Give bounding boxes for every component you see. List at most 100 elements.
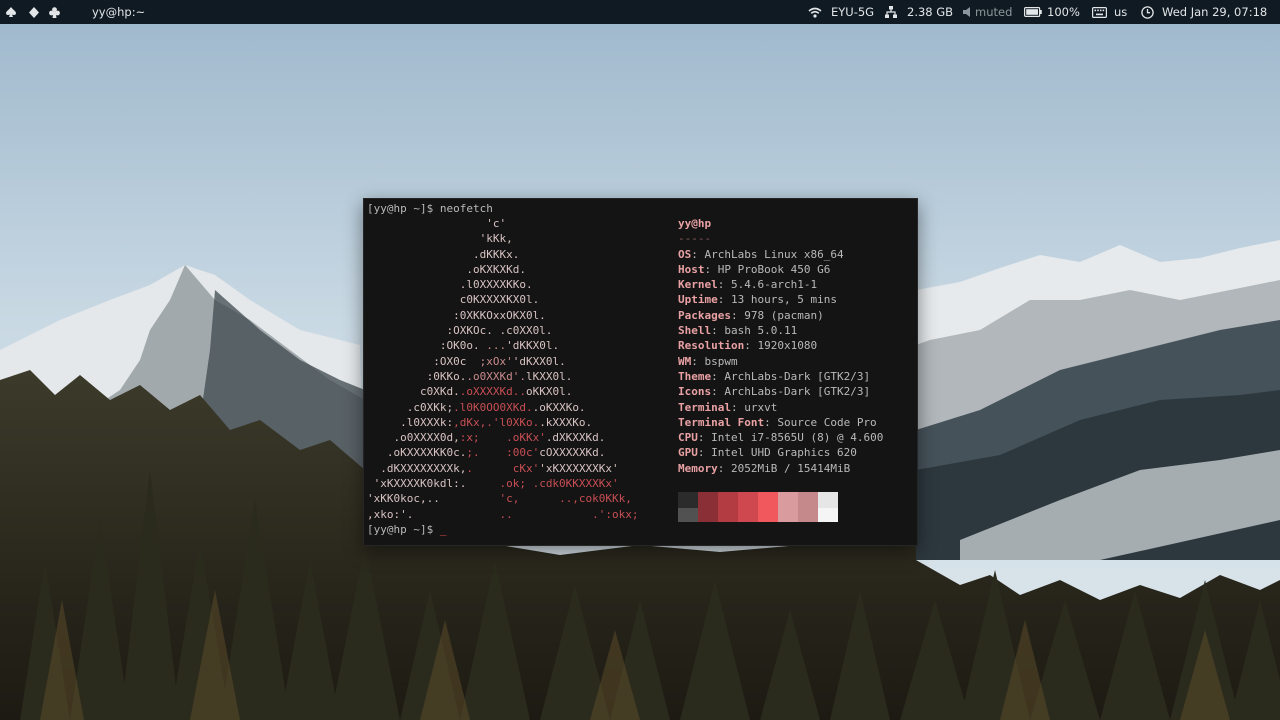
info-colon: : (717, 461, 731, 475)
info-row: GPU: Intel UHD Graphics 620 (678, 445, 883, 460)
info-colon: : (764, 415, 778, 429)
logo-line: .oKXKXKd. (367, 262, 639, 277)
info-separator: ----- (678, 232, 712, 246)
info-colon: : (711, 324, 725, 338)
workspace-1-spade-icon[interactable] (6, 0, 16, 24)
logo-segment: ;xOx' (479, 354, 513, 368)
info-key: Uptime (678, 293, 718, 307)
logo-segment: .dXKXXKd. (545, 431, 606, 445)
logo-segment: .l0XXXk: (367, 415, 454, 429)
logo-segment: 'xKXXXXK0kdl:. (367, 477, 467, 491)
logo-segment: c0KXXXXKX0l. (367, 293, 540, 307)
info-row: Uptime: 13 hours, 5 mins (678, 292, 883, 307)
info-key: CPU (678, 431, 698, 445)
palette-swatch (758, 508, 778, 522)
palette-swatch (698, 508, 718, 522)
logo-segment: .c0XKk; (367, 400, 454, 414)
logo-segment: .o0XXXX0d, (367, 431, 460, 445)
palette-swatch (678, 508, 698, 522)
logo-segment: . cKx' (466, 461, 540, 475)
info-row: Terminal: urxvt (678, 400, 883, 415)
info-row: Theme: ArchLabs-Dark [GTK2/3] (678, 369, 883, 384)
active-window-title: yy@hp:~ (92, 5, 146, 19)
palette-swatch (718, 492, 738, 508)
palette-swatch (818, 508, 838, 522)
info-value: bash 5.0.11 (724, 324, 798, 338)
info-colon: : (691, 247, 705, 261)
info-value: HP ProBook 450 G6 (717, 262, 831, 276)
logo-segment: 'dKKX0l. (506, 339, 560, 353)
info-value: ArchLabs Linux x86_64 (704, 247, 844, 261)
logo-segment: ;. :00c' (466, 446, 540, 460)
info-colon: : (697, 431, 712, 445)
volume-muted-icon (963, 0, 972, 24)
info-colon: : (730, 400, 745, 414)
info-value: ArchLabs-Dark [GTK2/3] (724, 369, 871, 383)
logo-segment: lKXX0l. (525, 369, 573, 383)
workspace-3-club-icon[interactable] (49, 0, 60, 24)
info-value: 13 hours, 5 mins (731, 293, 837, 307)
info-row: Kernel: 5.4.6-arch1-1 (678, 277, 883, 292)
info-colon: : (697, 446, 712, 460)
info-row: Memory: 2052MiB / 15414MiB (678, 461, 883, 476)
clock-datetime[interactable]: Wed Jan 29, 07:18 (1162, 0, 1267, 24)
info-colon: : (744, 339, 758, 353)
logo-segment: ... (486, 339, 507, 353)
keyboard-icon (1092, 0, 1107, 24)
memory-usage: 2.38 GB (907, 5, 954, 19)
logo-line: 'xKK0koc,.. 'c, ..,cok0KKk, (367, 491, 639, 506)
info-value: bspwm (704, 354, 738, 368)
palette-swatch (798, 508, 818, 522)
workspace-2-diamond-icon[interactable] (29, 0, 39, 24)
logo-line: .oKXXXXKK0c.;. :00c'cOXXXXXKd. (367, 445, 639, 460)
palette-swatch (698, 492, 718, 508)
keyboard-layout[interactable]: us (1114, 0, 1127, 24)
terminal-window[interactable]: [yy@hp ~]$ neofetch 'c' 'kKk, .dKKKx. .o… (363, 198, 918, 546)
system-info: yy@hp ----- OS: ArchLabs Linux x86_64 Hos… (678, 216, 883, 476)
logo-segment: 'c' (367, 217, 507, 230)
logo-segment: 'xKK0koc,.. (367, 492, 440, 506)
info-key: Kernel (678, 278, 718, 292)
logo-line: :0XKKOxxOKX0l. (367, 308, 639, 323)
info-key: OS (678, 247, 692, 261)
text-cursor: _ (439, 523, 447, 536)
info-row: Icons: ArchLabs-Dark [GTK2/3] (678, 384, 883, 399)
info-colon: : (730, 308, 745, 322)
logo-segment: :x; .oKKx' (459, 431, 546, 445)
terminal-input-line[interactable]: [yy@hp ~]$ _ (367, 522, 446, 537)
logo-segment: .oXXXXKd.. (459, 385, 526, 399)
logo-segment: ,xko:'. (367, 507, 414, 521)
logo-segment: .oKXXKo. (532, 400, 586, 414)
logo-segment: .kXXXKo. (539, 415, 593, 429)
info-key: Terminal (678, 400, 731, 414)
logo-segment: .oKXXXXKK0c. (367, 446, 467, 460)
logo-line: .c0XKk;.l0K0OO0XKd..oKXXKo. (367, 400, 639, 415)
palette-swatch (798, 492, 818, 508)
logo-segment: 'kKk, (367, 232, 513, 246)
logo-line: .l0XXXk:,dKx,.'l0XKo..kXXXKo. (367, 415, 639, 430)
logo-segment: :OX0c (367, 354, 480, 368)
wifi-network-name[interactable]: EYU-5G (831, 0, 874, 24)
info-colon: : (704, 262, 718, 276)
logo-line: .dKKKx. (367, 247, 639, 262)
info-row: Shell: bash 5.0.11 (678, 323, 883, 338)
battery-icon (1024, 0, 1042, 24)
volume-status[interactable]: muted (975, 0, 1012, 24)
command-text: neofetch (439, 202, 493, 215)
info-row: Resolution: 1920x1080 (678, 338, 883, 353)
logo-segment: :OXKOc. .c0XX0l. (367, 324, 553, 338)
info-value: Intel i7-8565U (8) @ 4.600 (711, 431, 884, 445)
info-colon: : (711, 369, 725, 383)
logo-segment: cOXXXXXKd. (539, 446, 606, 460)
clock-icon (1141, 0, 1154, 24)
info-value: urxvt (744, 400, 778, 414)
logo-line: :OX0c ;xOx''dKXX0l. (367, 354, 639, 369)
wifi-icon (808, 0, 822, 24)
info-key: Packages (678, 308, 731, 322)
palette-swatch (738, 492, 758, 508)
info-key: Resolution (678, 339, 745, 353)
palette-swatch (778, 492, 798, 508)
info-key: Theme (678, 369, 712, 383)
logo-line: c0XKd..oXXXXKd..oKKX0l. (367, 384, 639, 399)
palette-swatch (758, 492, 778, 508)
